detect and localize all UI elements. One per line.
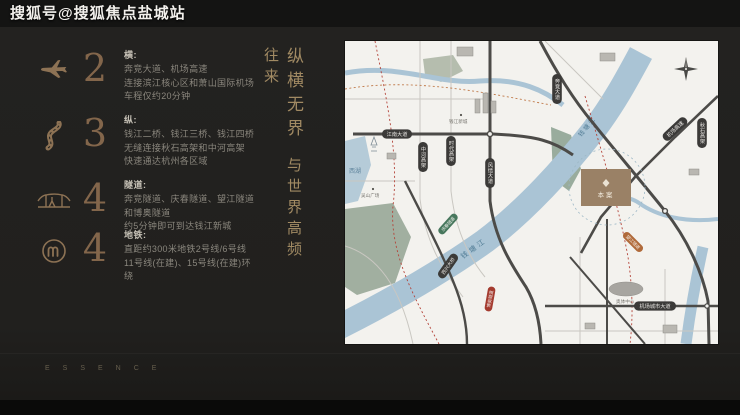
road-badge: 奔竞大道 [554,77,560,101]
road-badge: 中河高架 [420,145,426,169]
topbar-account-label: 搜狐号@搜狐焦点盐城站 [0,0,740,27]
transport-item-bridges: 3 纵: 钱江二桥、钱江三桥、钱江四桥 无缝连接秋石高架和中河高架 快速通达杭州… [34,112,260,169]
road-badge: 机场城市大道 [639,302,670,310]
transport-line: 车程仅约20分钟 [124,90,260,104]
plane-icon [34,51,74,91]
transport-item-metro: 4 地铁: 直距约300米地铁2号线/6号线 11号线(在建)、15号线(在建)… [34,227,260,284]
transport-count: 2 [74,47,116,89]
road-icon [34,116,74,156]
transport-item-tunnels: 4 隧道: 奔竞隧道、庆春隧道、望江隧道和博奥隧道 约5分钟即可到达钱江新城 [34,177,260,234]
transport-line: 直距约300米地铁2号线/6号线 [124,243,260,257]
transport-title: 横: [124,48,260,61]
transport-count: 4 [74,177,116,219]
transport-count: 3 [74,112,116,154]
screen: 搜狐号@搜狐焦点盐城站 2 横: 奔竞大道、机场高速 连接滨江核心区和萧山国际机… [0,0,740,415]
transport-title: 地铁: [124,228,260,241]
transport-item-highway: 2 横: 奔竞大道、机场高速 连接滨江核心区和萧山国际机场 车程仅约20分钟 [34,47,260,104]
project-label: 本案 [598,190,615,199]
transport-line: 奔竞隧道、庆春隧道、望江隧道和博奥隧道 [124,193,260,220]
transport-text: 横: 奔竞大道、机场高速 连接滨江核心区和萧山国际机场 车程仅约20分钟 [116,47,260,104]
transport-line: 连接滨江核心区和萧山国际机场 [124,77,260,91]
bridge-icon [34,181,74,221]
place-label: 钱江新城 [449,118,468,125]
headline-vertical: 纵横无界 与世界高频往来 [260,47,306,277]
presentation-slide: 2 横: 奔竞大道、机场高速 连接滨江核心区和萧山国际机场 车程仅约20分钟 3 [0,27,740,400]
transport-line: 奔竞大道、机场高速 [124,63,260,77]
transport-text: 纵: 钱江二桥、钱江三桥、钱江四桥 无缝连接秋石高架和中河高架 快速通达杭州各区… [116,112,260,169]
headline-line-1: 纵横无界 [284,47,303,143]
road-badge: 时代高架 [448,139,454,163]
location-map: 西湖 钱塘江 钱塘江 [345,41,718,344]
transport-title: 纵: [124,113,260,126]
metro-icon [34,231,74,271]
transport-text: 地铁: 直距约300米地铁2号线/6号线 11号线(在建)、15号线(在建)环绕 [116,227,260,284]
essence-watermark: ESSENCE [45,365,169,372]
transport-title: 隧道: [124,178,260,191]
road-badge: 江南大道 [387,130,408,138]
transport-line: 钱江二桥、钱江三桥、钱江四桥 [124,128,260,142]
place-label: 奥体中心 [616,298,635,305]
road-badge: 秋石高架 [699,121,705,145]
transport-line: 无缝连接秋石高架和中河高架 [124,142,260,156]
transport-count: 4 [74,227,116,269]
place-label: 吴山广场 [361,192,380,199]
road-badge: 风情大道 [487,162,493,185]
lake-label: 西湖 [349,167,361,175]
project-marker: 本案 [581,169,631,206]
bottom-letterbox [0,400,740,415]
divider-line [0,353,740,354]
transport-line: 11号线(在建)、15号线(在建)环绕 [124,257,260,284]
transport-line: 快速通达杭州各区域 [124,155,260,169]
transport-text: 隧道: 奔竞隧道、庆春隧道、望江隧道和博奥隧道 约5分钟即可到达钱江新城 [116,177,260,234]
topbar: 搜狐号@搜狐焦点盐城站 [0,0,740,27]
